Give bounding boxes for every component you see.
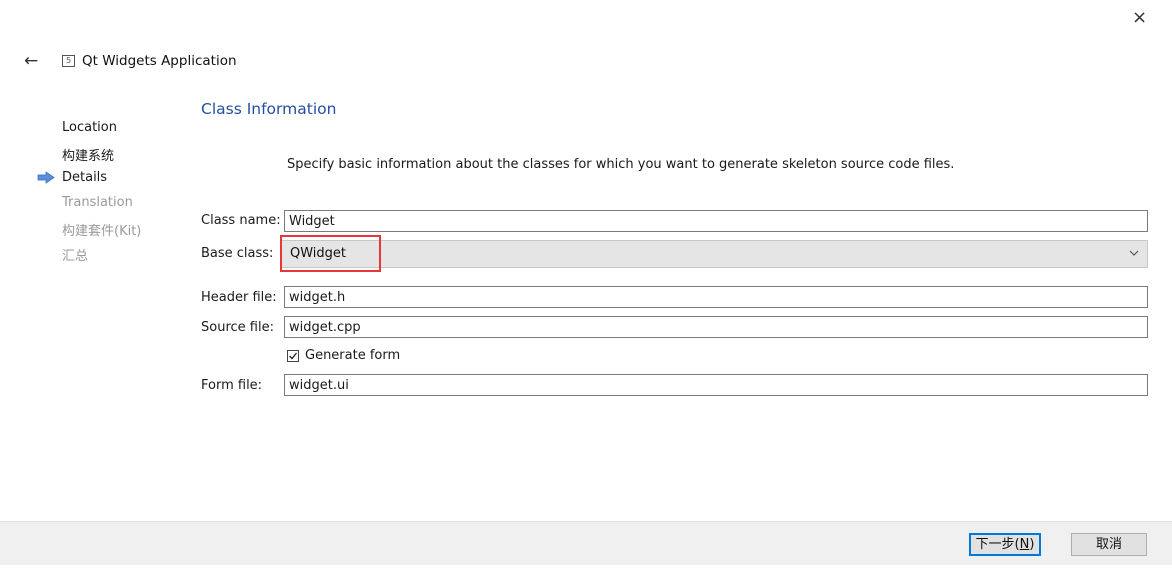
step-location: Location	[62, 120, 117, 135]
header-file-label: Header file:	[201, 290, 277, 305]
step-details: Details	[37, 170, 108, 185]
chevron-down-icon	[1129, 250, 1139, 256]
cancel-button[interactable]: 取消	[1071, 533, 1147, 556]
section-description: Specify basic information about the clas…	[287, 157, 955, 172]
base-class-label: Base class:	[201, 246, 274, 261]
class-name-input[interactable]	[284, 210, 1148, 232]
step-kit: 构建套件(Kit)	[62, 224, 142, 239]
current-step-arrow-icon	[37, 171, 55, 184]
class-name-label: Class name:	[201, 213, 281, 228]
close-icon[interactable]: ×	[1132, 8, 1147, 28]
header-file-input[interactable]	[284, 286, 1148, 308]
back-arrow-icon[interactable]: ←	[24, 52, 38, 70]
source-file-label: Source file:	[201, 320, 274, 335]
source-file-input[interactable]	[284, 316, 1148, 338]
step-translation: Translation	[62, 195, 133, 210]
step-summary: 汇总	[62, 249, 89, 264]
generate-form-label[interactable]: Generate form	[305, 348, 400, 363]
app-icon: 5	[62, 55, 75, 67]
section-title: Class Information	[201, 100, 337, 118]
generate-form-checkbox[interactable]	[287, 350, 299, 362]
checkmark-icon	[289, 352, 298, 360]
form-file-input[interactable]	[284, 374, 1148, 396]
step-build-system: 构建系统	[62, 149, 115, 164]
next-button[interactable]: 下一步(N)	[969, 533, 1041, 556]
wizard-title: Qt Widgets Application	[82, 53, 237, 69]
base-class-value: QWidget	[290, 246, 347, 261]
step-details-label: Details	[62, 170, 108, 185]
base-class-select[interactable]: QWidget	[280, 235, 1148, 272]
form-file-label: Form file:	[201, 378, 263, 393]
